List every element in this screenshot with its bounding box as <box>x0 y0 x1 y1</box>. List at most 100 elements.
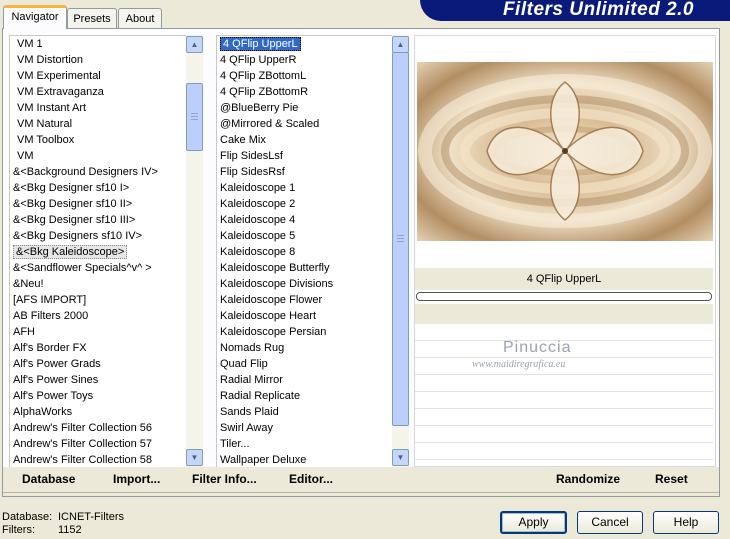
list-item[interactable]: &<Sandflower Specials^v^ > <box>10 260 188 276</box>
list-item-label: 4 QFlip ZBottomR <box>220 86 309 98</box>
list-item[interactable]: Swirl Away <box>217 420 394 436</box>
filter-scrollbar[interactable]: ▲ ▼ <box>392 35 409 467</box>
list-item[interactable]: Kaleidoscope Flower <box>217 292 394 308</box>
filter-info-button[interactable]: Filter Info... <box>192 472 257 486</box>
list-item[interactable]: Radial Mirror <box>217 372 394 388</box>
list-item[interactable]: Kaleidoscope 4 <box>217 212 394 228</box>
list-item[interactable]: AlphaWorks <box>10 404 188 420</box>
list-item[interactable]: VM Instant Art <box>10 100 188 116</box>
tab-presets-label: Presets <box>73 13 111 25</box>
help-button[interactable]: Help <box>653 511 719 534</box>
param-row <box>415 392 713 409</box>
list-item[interactable]: @Mirrored & Scaled <box>217 116 394 132</box>
list-item-label: Quad Flip <box>220 358 268 370</box>
title-banner: Filters Unlimited 2.0 <box>420 0 730 21</box>
list-item[interactable]: VM <box>10 148 188 164</box>
list-item[interactable]: Flip SidesRsf <box>217 164 394 180</box>
list-item[interactable]: Kaleidoscope 8 <box>217 244 394 260</box>
tab-about[interactable]: About <box>118 8 162 28</box>
list-item[interactable]: &Neu! <box>10 276 188 292</box>
list-item[interactable]: AFH <box>10 324 188 340</box>
app-title: Filters Unlimited 2.0 <box>502 0 694 20</box>
editor-button[interactable]: Editor... <box>289 472 333 486</box>
list-item-label: Cake Mix <box>220 134 266 146</box>
status-database-label: Database: <box>2 511 53 523</box>
list-item-label: VM Distortion <box>17 54 84 66</box>
list-item-label: AFH <box>13 326 35 338</box>
apply-button[interactable]: Apply <box>500 511 567 534</box>
list-item[interactable]: Alf's Power Grads <box>10 356 188 372</box>
list-item[interactable]: Kaleidoscope Persian <box>217 324 394 340</box>
list-item[interactable]: 4 QFlip ZBottomL <box>217 68 394 84</box>
list-item[interactable]: @BlueBerry Pie <box>217 100 394 116</box>
list-item[interactable]: Andrew's Filter Collection 57 <box>10 436 188 452</box>
list-item[interactable]: VM Natural <box>10 116 188 132</box>
list-item-label: AB Filters 2000 <box>13 310 89 322</box>
list-item-label: VM <box>17 150 34 162</box>
list-item[interactable]: Flip SidesLsf <box>217 148 394 164</box>
cancel-button[interactable]: Cancel <box>577 511 643 534</box>
category-scroll-thumb[interactable] <box>186 83 203 151</box>
filter-list[interactable]: 4 QFlip UpperL 4 QFlip UpperR 4 QFlip ZBot… <box>216 35 395 468</box>
category-list[interactable]: VM 1 VM Distortion VM Experimental VM Extra… <box>9 35 189 468</box>
list-item[interactable]: &<Background Designers IV> <box>10 164 188 180</box>
divider <box>3 492 719 493</box>
list-item-label: Kaleidoscope 2 <box>220 198 296 210</box>
category-scrollbar[interactable]: ▲ ▼ <box>186 35 203 467</box>
scroll-up-icon[interactable]: ▲ <box>392 36 409 53</box>
list-item[interactable]: &<Bkg Designers sf10 IV> <box>10 228 188 244</box>
list-item-label: Kaleidoscope 8 <box>220 246 296 258</box>
randomize-button[interactable]: Randomize <box>556 472 620 486</box>
kaleidoscope-preview-graphic <box>417 62 713 241</box>
tab-presets[interactable]: Presets <box>67 8 117 28</box>
list-item[interactable]: 4 QFlip UpperL <box>217 36 394 52</box>
list-item-label: @Mirrored & Scaled <box>220 118 320 130</box>
list-item[interactable]: Alf's Power Toys <box>10 388 188 404</box>
list-item-label: &<Bkg Designer sf10 II> <box>13 198 133 210</box>
list-item[interactable]: Sands Plaid <box>217 404 394 420</box>
list-item[interactable]: VM Extravaganza <box>10 84 188 100</box>
list-item[interactable]: Kaleidoscope Heart <box>217 308 394 324</box>
list-item[interactable]: Cake Mix <box>217 132 394 148</box>
import-button[interactable]: Import... <box>113 472 160 486</box>
list-item[interactable]: 4 QFlip UpperR <box>217 52 394 68</box>
list-item-label: &<Bkg Kaleidoscope> <box>13 245 128 259</box>
list-item[interactable]: Kaleidoscope 5 <box>217 228 394 244</box>
list-item[interactable]: Kaleidoscope Butterfly <box>217 260 394 276</box>
filter-list-items: 4 QFlip UpperL 4 QFlip UpperR 4 QFlip ZBot… <box>217 36 394 467</box>
reset-button[interactable]: Reset <box>655 472 688 486</box>
list-item-label: &<Background Designers IV> <box>13 166 158 178</box>
list-item[interactable]: Alf's Border FX <box>10 340 188 356</box>
list-item[interactable]: Alf's Power Sines <box>10 372 188 388</box>
scroll-down-icon[interactable]: ▼ <box>186 449 203 466</box>
list-item[interactable]: Andrew's Filter Collection 58 <box>10 452 188 467</box>
scroll-up-icon[interactable]: ▲ <box>186 36 203 53</box>
list-item[interactable]: Kaleidoscope Divisions <box>217 276 394 292</box>
tab-navigator[interactable]: Navigator <box>3 5 67 29</box>
param-row <box>415 409 713 426</box>
list-item[interactable]: AB Filters 2000 <box>10 308 188 324</box>
list-item-label: VM Natural <box>17 118 73 130</box>
list-item[interactable]: VM Distortion <box>10 52 188 68</box>
database-button[interactable]: Database <box>22 472 75 486</box>
list-item[interactable]: Kaleidoscope 2 <box>217 196 394 212</box>
list-item[interactable]: [AFS IMPORT] <box>10 292 188 308</box>
list-item-label: 4 QFlip ZBottomL <box>220 70 307 82</box>
list-item[interactable]: 4 QFlip ZBottomR <box>217 84 394 100</box>
list-item[interactable]: Nomads Rug <box>217 340 394 356</box>
list-item[interactable]: Andrew's Filter Collection 56 <box>10 420 188 436</box>
list-item[interactable]: Quad Flip <box>217 356 394 372</box>
list-item[interactable]: &<Bkg Designer sf10 II> <box>10 196 188 212</box>
list-item[interactable]: &<Bkg Designer sf10 III> <box>10 212 188 228</box>
list-item[interactable]: &<Bkg Designer sf10 I> <box>10 180 188 196</box>
list-item[interactable]: Radial Replicate <box>217 388 394 404</box>
list-item[interactable]: VM 1 <box>10 36 188 52</box>
scroll-down-icon[interactable]: ▼ <box>392 449 409 466</box>
list-item[interactable]: Tiler... <box>217 436 394 452</box>
filter-scroll-thumb[interactable] <box>392 52 409 426</box>
list-item[interactable]: VM Experimental <box>10 68 188 84</box>
list-item[interactable]: &<Bkg Kaleidoscope> <box>10 244 188 260</box>
list-item[interactable]: Kaleidoscope 1 <box>217 180 394 196</box>
list-item[interactable]: Wallpaper Deluxe <box>217 452 394 467</box>
list-item[interactable]: VM Toolbox <box>10 132 188 148</box>
